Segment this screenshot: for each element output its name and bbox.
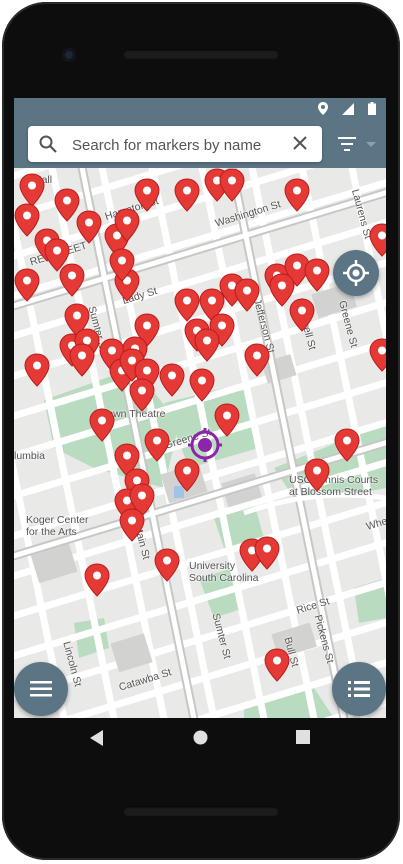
map-marker-icon <box>129 378 155 412</box>
map-marker-icon <box>174 288 200 322</box>
map-marker-icon <box>144 428 170 462</box>
map-marker-icon <box>89 408 115 442</box>
system-nav-bar <box>14 718 386 762</box>
map-view[interactable]: Hampton St Washington St Lady St Laurens… <box>14 98 386 718</box>
map-marker[interactable] <box>14 268 40 302</box>
map-marker[interactable] <box>264 648 290 682</box>
map-marker[interactable] <box>289 298 315 332</box>
map-marker[interactable] <box>69 343 95 377</box>
locate-me-button[interactable] <box>333 250 379 296</box>
app-toolbar <box>14 120 386 168</box>
earpiece-speaker <box>123 49 279 59</box>
place-label-usc-tennis-courts: USC Tennis Courts at Blossom Street <box>289 474 379 498</box>
map-marker-icon <box>304 258 330 292</box>
map-marker-icon <box>234 278 260 312</box>
user-location-marker <box>188 428 222 467</box>
map-marker[interactable] <box>254 536 280 570</box>
map-marker-icon <box>334 428 360 462</box>
signal-icon <box>342 102 354 115</box>
map-marker[interactable] <box>189 368 215 402</box>
map-marker-icon <box>24 353 50 387</box>
map-marker-icon <box>194 328 220 362</box>
map-marker-icon <box>69 343 95 377</box>
map-marker-icon <box>14 268 40 302</box>
map-marker-icon <box>254 536 280 570</box>
map-marker[interactable] <box>134 178 160 212</box>
map-marker-icon <box>369 223 386 257</box>
map-marker[interactable] <box>24 353 50 387</box>
status-bar <box>14 98 386 120</box>
close-icon[interactable] <box>292 135 308 151</box>
map-marker[interactable] <box>244 343 270 377</box>
map-marker-icon <box>134 178 160 212</box>
map-marker[interactable] <box>304 458 330 492</box>
map-marker[interactable] <box>84 563 110 597</box>
app-screen: Hampton St Washington St Lady St Laurens… <box>14 98 386 718</box>
map-marker[interactable] <box>144 428 170 462</box>
place-label-koger-center: Koger Center for the Arts <box>26 514 89 538</box>
search-input[interactable] <box>70 133 286 157</box>
map-marker-icon <box>76 210 102 244</box>
map-marker-icon <box>189 368 215 402</box>
map-marker-icon <box>369 338 386 372</box>
battery-icon <box>368 102 376 115</box>
map-marker[interactable] <box>369 223 386 257</box>
place-label-columbia: lumbia <box>14 450 45 462</box>
map-marker[interactable] <box>284 178 310 212</box>
map-marker[interactable] <box>159 363 185 397</box>
map-marker[interactable] <box>174 178 200 212</box>
map-marker-icon <box>304 458 330 492</box>
filter-button[interactable] <box>336 134 380 159</box>
marker-list-button[interactable] <box>332 662 386 716</box>
home-icon[interactable] <box>193 730 208 745</box>
back-icon[interactable] <box>90 730 104 746</box>
map-marker-icon <box>119 508 145 542</box>
map-marker[interactable] <box>76 210 102 244</box>
map-marker-icon <box>114 208 140 242</box>
map-marker-icon <box>154 548 180 582</box>
map-marker-icon <box>174 178 200 212</box>
map-marker[interactable] <box>109 248 135 282</box>
map-marker[interactable] <box>194 328 220 362</box>
map-marker[interactable] <box>334 428 360 462</box>
front-camera <box>62 48 76 62</box>
search-icon <box>39 135 57 153</box>
map-marker-icon <box>59 263 85 297</box>
map-marker[interactable] <box>234 278 260 312</box>
map-marker-icon <box>109 248 135 282</box>
dropdown-arrow-icon <box>366 142 376 147</box>
menu-button[interactable] <box>14 662 68 716</box>
map-marker[interactable] <box>304 258 330 292</box>
map-marker[interactable] <box>174 288 200 322</box>
location-status-icon <box>318 102 328 115</box>
map-marker[interactable] <box>89 408 115 442</box>
map-marker-icon <box>289 298 315 332</box>
map-marker[interactable] <box>154 548 180 582</box>
map-marker[interactable] <box>59 263 85 297</box>
map-marker-icon <box>244 343 270 377</box>
map-marker-icon <box>264 648 290 682</box>
map-marker-icon <box>84 563 110 597</box>
map-marker[interactable] <box>129 378 155 412</box>
recents-icon[interactable] <box>296 730 310 744</box>
gps-fixed-icon <box>343 260 369 286</box>
map-marker-icon <box>219 168 245 202</box>
menu-icon <box>30 681 52 697</box>
map-marker[interactable] <box>119 508 145 542</box>
map-marker-icon <box>284 178 310 212</box>
map-marker[interactable] <box>369 338 386 372</box>
map-marker[interactable] <box>19 173 45 207</box>
bottom-speaker <box>123 806 279 816</box>
map-marker-icon <box>19 173 45 207</box>
map-marker[interactable] <box>114 208 140 242</box>
filter-icon <box>338 137 376 151</box>
map-marker-icon <box>159 363 185 397</box>
search-box[interactable] <box>28 126 322 162</box>
list-icon <box>348 681 370 697</box>
map-marker[interactable] <box>219 168 245 202</box>
